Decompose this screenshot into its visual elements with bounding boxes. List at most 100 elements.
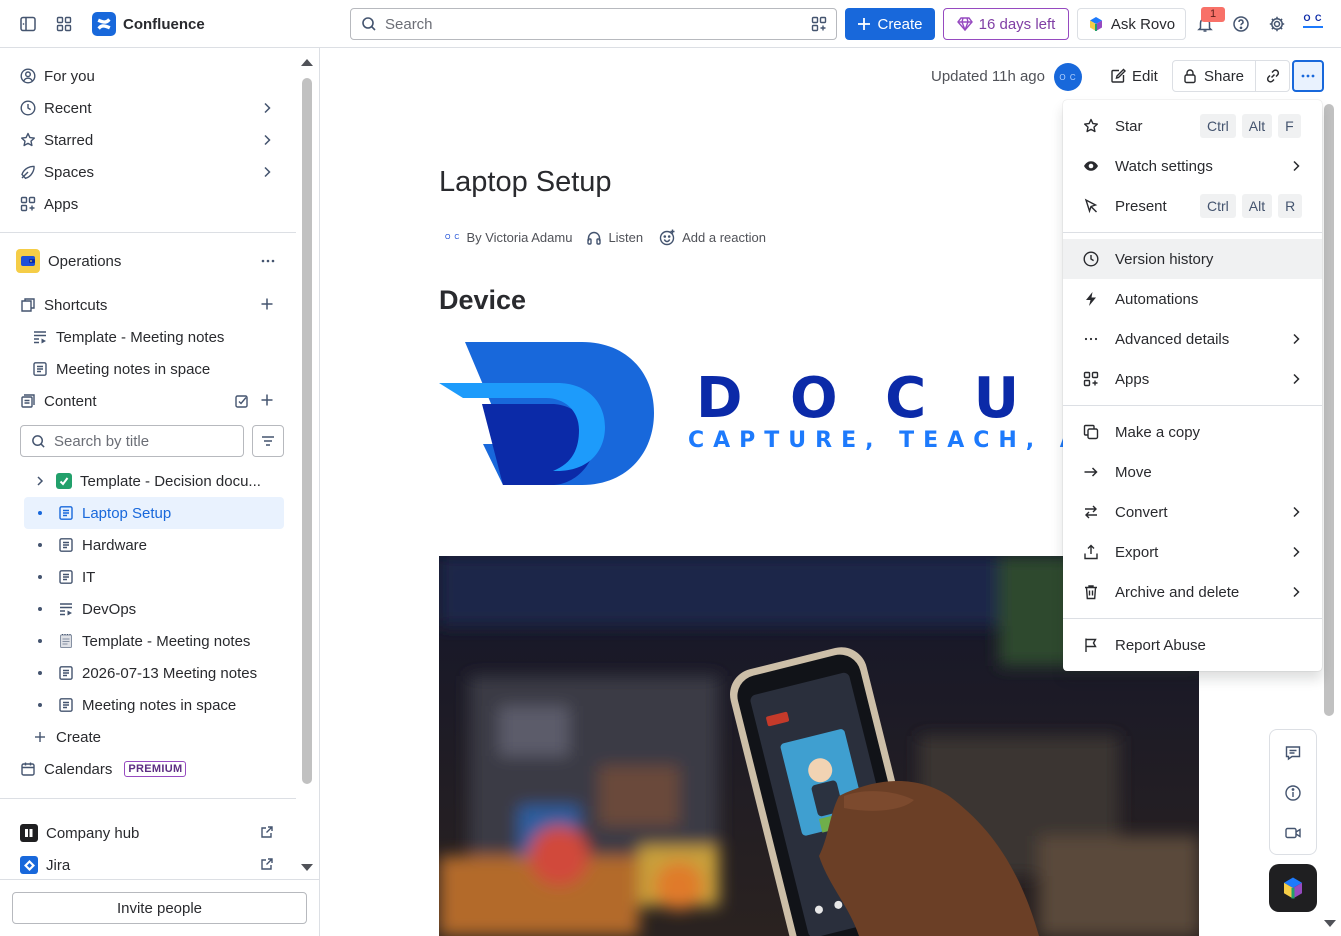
tree-item-it[interactable]: IT [24,561,284,593]
tree-item-label: 2026-07-13 Meeting notes [82,664,258,682]
tree-item-hardware[interactable]: Hardware [24,529,284,561]
star-icon [20,132,36,148]
search-filter-icon[interactable] [811,16,827,32]
apps-grid-icon [20,196,36,212]
tree-item-template-decision[interactable]: Template - Decision docu... [24,465,284,497]
menu-item-apps[interactable]: Apps [1063,359,1322,399]
lock-icon [1182,68,1198,84]
content-checklist-icon[interactable] [234,393,250,409]
menu-item-version-history[interactable]: Version history [1063,239,1322,279]
sidebar-divider [0,879,320,880]
tree-item-devops[interactable]: DevOps [24,593,284,625]
sidebar-item-label: Content [44,392,97,410]
sidebar-item-label: Calendars [44,760,113,778]
menu-divider [1063,232,1322,233]
sidebar-scrollbar-thumb[interactable] [302,78,312,784]
app-switcher-icon[interactable] [52,12,76,36]
menu-item-archive-and-delete[interactable]: Archive and delete [1063,572,1322,612]
menu-item-label: Present [1115,197,1167,215]
info-icon[interactable] [1284,784,1302,802]
sidebar-item-calendars[interactable]: Calendars PREMIUM [12,753,284,785]
avatar-initials: O C [1303,13,1323,23]
sidebar-item-starred[interactable]: Starred [12,124,284,156]
menu-item-star[interactable]: Star Ctrl Alt F [1063,106,1322,146]
menu-item-make-a-copy[interactable]: Make a copy [1063,412,1322,452]
rovo-chat-button[interactable] [1269,864,1317,912]
add-reaction-button[interactable]: Add a reaction [682,230,766,245]
menu-item-advanced-details[interactable]: Advanced details [1063,319,1322,359]
search-icon [361,16,377,32]
author-name[interactable]: By Victoria Adamu [466,230,572,245]
page-owner-avatar[interactable]: O C [1054,63,1082,91]
scroll-up-arrow-icon[interactable] [299,56,315,68]
confluence-logo[interactable]: Confluence [92,12,205,36]
space-more-icon[interactable] [260,253,276,269]
plus-icon [857,17,871,31]
sidebar-item-label: Jira [46,856,71,874]
tree-item-meeting-notes-in-space[interactable]: Meeting notes in space [24,689,284,721]
filter-button[interactable] [252,425,284,457]
scroll-down-arrow-icon[interactable] [1322,918,1338,930]
add-shortcut-icon[interactable] [260,297,274,311]
menu-item-watch-settings[interactable]: Watch settings [1063,146,1322,186]
sidebar-item-jira[interactable]: Jira [12,849,284,881]
help-icon[interactable] [1229,12,1253,36]
bullet [38,607,42,611]
video-icon[interactable] [1284,824,1302,842]
menu-item-convert[interactable]: Convert [1063,492,1322,532]
jira-icon [20,856,38,874]
tree-create-button[interactable]: Create [24,721,284,753]
menu-item-present[interactable]: Present Ctrl Alt R [1063,186,1322,226]
copy-link-button[interactable] [1256,60,1290,92]
plus-icon [24,731,56,743]
trash-icon [1083,584,1099,600]
comments-icon[interactable] [1284,744,1302,762]
share-button[interactable]: Share [1172,60,1255,92]
tree-item-template-meeting-notes[interactable]: Template - Meeting notes [24,625,284,657]
add-content-icon[interactable] [260,393,274,407]
page-icon [58,569,74,585]
keyboard-shortcut: Ctrl Alt F [1200,114,1301,138]
sidebar-item-for-you[interactable]: For you [12,60,284,92]
space-header-operations[interactable]: Operations [12,245,284,277]
template-icon [32,329,48,345]
user-avatar[interactable]: O C [1300,12,1326,36]
sidebar-item-company-hub[interactable]: Company hub [12,817,284,849]
chevron-right-icon [1289,505,1303,519]
updated-timestamp[interactable]: Updated 11h ago [931,68,1045,85]
shortcut-template-meeting-notes[interactable]: Template - Meeting notes [12,321,284,353]
key: F [1278,114,1301,138]
listen-button[interactable]: Listen [608,230,643,245]
scroll-down-arrow-icon[interactable] [299,862,315,874]
sidebar-toggle-icon[interactable] [16,12,40,36]
menu-item-report-abuse[interactable]: Report Abuse [1063,625,1322,665]
settings-gear-icon[interactable] [1265,12,1289,36]
create-button[interactable]: Create [845,8,935,40]
menu-item-automations[interactable]: Automations [1063,279,1322,319]
more-actions-button[interactable] [1292,60,1324,92]
edit-button[interactable]: Edit [1102,60,1166,92]
key: Alt [1241,194,1273,218]
menu-item-label: Move [1115,463,1152,481]
sidebar-item-content[interactable]: Content [12,385,284,417]
menu-item-export[interactable]: Export [1063,532,1322,572]
shortcut-meeting-notes-in-space[interactable]: Meeting notes in space [12,353,284,385]
sidebar-item-spaces[interactable]: Spaces [12,156,284,188]
add-reaction-icon [659,229,676,246]
global-search-input[interactable]: Search [350,8,837,40]
chevron-right-icon[interactable] [24,475,56,487]
tree-item-2026-07-13-meeting-notes[interactable]: 2026-07-13 Meeting notes [24,657,284,689]
sidebar-item-shortcuts[interactable]: Shortcuts [12,289,284,321]
invite-people-button[interactable]: Invite people [12,892,307,924]
ask-rovo-button[interactable]: Ask Rovo [1077,8,1186,40]
sidebar-scrollbar[interactable] [299,56,315,876]
menu-item-move[interactable]: Move [1063,452,1322,492]
search-by-title-input[interactable]: Search by title [20,425,244,457]
trial-days-button[interactable]: 16 days left [943,8,1069,40]
sidebar-item-recent[interactable]: Recent [12,92,284,124]
sidebar-item-apps[interactable]: Apps [12,188,284,220]
confluence-logo-icon [92,12,116,36]
filter-icon [260,433,276,449]
tree-item-laptop-setup[interactable]: Laptop Setup [24,497,284,529]
page-scrollbar-thumb[interactable] [1324,104,1334,716]
